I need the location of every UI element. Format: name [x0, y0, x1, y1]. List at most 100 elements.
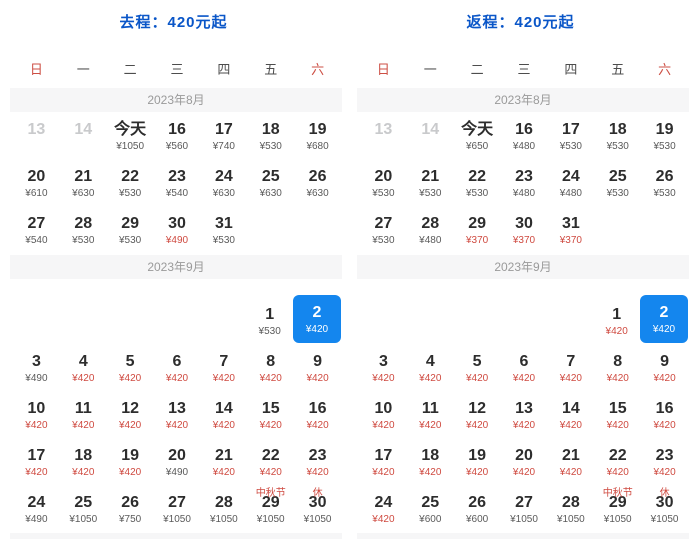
calendar-day-cell[interactable]: 21 ¥530: [407, 159, 454, 206]
calendar-day-cell[interactable]: 6 ¥420: [501, 344, 548, 391]
calendar-day-cell[interactable]: 18 ¥420: [60, 438, 107, 485]
calendar-day-cell[interactable]: 28 ¥480: [407, 206, 454, 253]
calendar-day-cell[interactable]: 26 ¥530: [641, 159, 688, 206]
calendar-day-cell[interactable]: 26 ¥750: [107, 485, 154, 532]
calendar-day-cell[interactable]: 23 ¥420: [294, 438, 341, 485]
calendar-day-cell[interactable]: 31 ¥530: [200, 206, 247, 253]
price-label: ¥420: [653, 467, 676, 478]
calendar-day-cell[interactable]: 14 ¥420: [547, 391, 594, 438]
price-label: ¥420: [72, 467, 95, 478]
calendar-day-cell[interactable]: 19 ¥680: [294, 112, 341, 159]
calendar-day-cell[interactable]: 19 ¥420: [454, 438, 501, 485]
calendar-day-cell[interactable]: 11 ¥420: [407, 391, 454, 438]
calendar-day-cell[interactable]: 24 ¥630: [200, 159, 247, 206]
calendar-day-cell[interactable]: 17 ¥420: [360, 438, 407, 485]
calendar-day-cell[interactable]: 27 ¥1050: [154, 485, 201, 532]
calendar-day-cell[interactable]: 3 ¥420: [360, 344, 407, 391]
calendar-day-cell[interactable]: 3 ¥490: [13, 344, 60, 391]
calendar-day-cell[interactable]: 6 ¥420: [154, 344, 201, 391]
calendar-day-cell[interactable]: 16 ¥560: [154, 112, 201, 159]
calendar-day-cell[interactable]: 19 ¥530: [641, 112, 688, 159]
day-cell-content: 24 ¥630: [200, 167, 247, 200]
calendar-day-cell[interactable]: 4 ¥420: [60, 344, 107, 391]
calendar-day-cell[interactable]: 19 ¥420: [107, 438, 154, 485]
calendar-day-cell[interactable]: 2 ¥420: [293, 279, 341, 344]
calendar-day-cell[interactable]: 15 ¥420: [594, 391, 641, 438]
calendar-day-cell[interactable]: 25 ¥600: [407, 485, 454, 532]
calendar-day-cell[interactable]: 9 ¥420: [294, 344, 341, 391]
calendar-day-cell[interactable]: 22 ¥530: [107, 159, 154, 206]
calendar-day-cell[interactable]: 21 ¥420: [200, 438, 247, 485]
calendar-day-cell[interactable]: 休 30 ¥1050: [641, 485, 688, 532]
calendar-day-cell[interactable]: 20 ¥530: [360, 159, 407, 206]
calendar-day-cell[interactable]: 中秋节 29 ¥1050: [594, 485, 641, 532]
calendar-day-cell[interactable]: 25 ¥530: [594, 159, 641, 206]
calendar-day-cell[interactable]: 30 ¥490: [154, 206, 201, 253]
calendar-day-cell[interactable]: 12 ¥420: [107, 391, 154, 438]
calendar-day-cell[interactable]: 22 ¥420: [594, 438, 641, 485]
calendar-day-cell[interactable]: 23 ¥540: [154, 159, 201, 206]
calendar-day-cell[interactable]: 18 ¥420: [407, 438, 454, 485]
calendar-day-cell[interactable]: 16 ¥420: [641, 391, 688, 438]
calendar-day-cell[interactable]: 26 ¥630: [294, 159, 341, 206]
calendar-day-cell[interactable]: 23 ¥420: [641, 438, 688, 485]
calendar-day-cell[interactable]: 20 ¥490: [154, 438, 201, 485]
calendar-day-cell[interactable]: 17 ¥530: [547, 112, 594, 159]
calendar-day-cell[interactable]: 7 ¥420: [200, 344, 247, 391]
calendar-day-cell[interactable]: 23 ¥480: [501, 159, 548, 206]
calendar-day-cell[interactable]: 8 ¥420: [594, 344, 641, 391]
calendar-day-cell[interactable]: 5 ¥420: [107, 344, 154, 391]
calendar-day-cell[interactable]: 1 ¥530: [246, 279, 293, 344]
calendar-day-cell[interactable]: 1 ¥420: [593, 279, 640, 344]
calendar-day-cell[interactable]: 27 ¥540: [13, 206, 60, 253]
calendar-day-cell[interactable]: 21 ¥630: [60, 159, 107, 206]
calendar-day-cell[interactable]: 13 ¥420: [154, 391, 201, 438]
calendar-day-cell[interactable]: 24 ¥480: [547, 159, 594, 206]
calendar-day-cell[interactable]: 15 ¥420: [247, 391, 294, 438]
calendar-day-cell[interactable]: 20 ¥610: [13, 159, 60, 206]
calendar-day-cell[interactable]: 2 ¥420: [640, 279, 688, 344]
calendar-day-cell[interactable]: 22 ¥530: [454, 159, 501, 206]
calendar-day-cell[interactable]: 21 ¥420: [547, 438, 594, 485]
calendar-day-cell[interactable]: 18 ¥530: [594, 112, 641, 159]
calendar-day-cell[interactable]: 28 ¥530: [60, 206, 107, 253]
calendar-day-cell[interactable]: 16 ¥420: [294, 391, 341, 438]
calendar-day-cell[interactable]: 13 ¥420: [501, 391, 548, 438]
day-cell-content: 20 ¥490: [154, 446, 201, 479]
calendar-day-cell[interactable]: 24 ¥490: [13, 485, 60, 532]
calendar-day-cell[interactable]: 17 ¥740: [200, 112, 247, 159]
calendar-day-cell[interactable]: 11 ¥420: [60, 391, 107, 438]
calendar-day-cell[interactable]: 22 ¥420: [247, 438, 294, 485]
calendar-day-cell[interactable]: 25 ¥630: [247, 159, 294, 206]
calendar-day-cell[interactable]: 7 ¥420: [547, 344, 594, 391]
calendar-day-cell[interactable]: 今天 ¥650: [454, 112, 501, 159]
weekday-label: 二: [123, 62, 137, 77]
calendar-day-cell[interactable]: 29 ¥530: [107, 206, 154, 253]
calendar-day-cell[interactable]: 20 ¥420: [501, 438, 548, 485]
calendar-day-cell[interactable]: 31 ¥370: [547, 206, 594, 253]
calendar-day-cell[interactable]: 18 ¥530: [247, 112, 294, 159]
calendar-day-cell[interactable]: 8 ¥420: [247, 344, 294, 391]
calendar-day-cell[interactable]: 4 ¥420: [407, 344, 454, 391]
calendar-day-cell[interactable]: 5 ¥420: [454, 344, 501, 391]
calendar-day-cell[interactable]: 16 ¥480: [501, 112, 548, 159]
calendar-day-cell[interactable]: 14 ¥420: [200, 391, 247, 438]
calendar-day-cell[interactable]: 27 ¥530: [360, 206, 407, 253]
calendar-day-cell[interactable]: 25 ¥1050: [60, 485, 107, 532]
calendar-day-cell[interactable]: 今天 ¥1050: [107, 112, 154, 159]
calendar-day-cell[interactable]: 休 30 ¥1050: [294, 485, 341, 532]
calendar-day-cell[interactable]: 12 ¥420: [454, 391, 501, 438]
calendar-day-cell[interactable]: 10 ¥420: [360, 391, 407, 438]
calendar-day-cell[interactable]: 28 ¥1050: [200, 485, 247, 532]
calendar-day-cell[interactable]: 27 ¥1050: [501, 485, 548, 532]
calendar-day-cell[interactable]: 28 ¥1050: [547, 485, 594, 532]
calendar-day-cell[interactable]: 9 ¥420: [641, 344, 688, 391]
calendar-day-cell[interactable]: 29 ¥370: [454, 206, 501, 253]
price-label: ¥530: [606, 188, 629, 199]
calendar-day-cell[interactable]: 26 ¥600: [454, 485, 501, 532]
calendar-day-cell[interactable]: 30 ¥370: [501, 206, 548, 253]
calendar-day-cell[interactable]: 24 ¥420: [360, 485, 407, 532]
calendar-day-cell[interactable]: 中秋节 29 ¥1050: [247, 485, 294, 532]
calendar-day-cell[interactable]: 10 ¥420: [13, 391, 60, 438]
calendar-day-cell[interactable]: 17 ¥420: [13, 438, 60, 485]
